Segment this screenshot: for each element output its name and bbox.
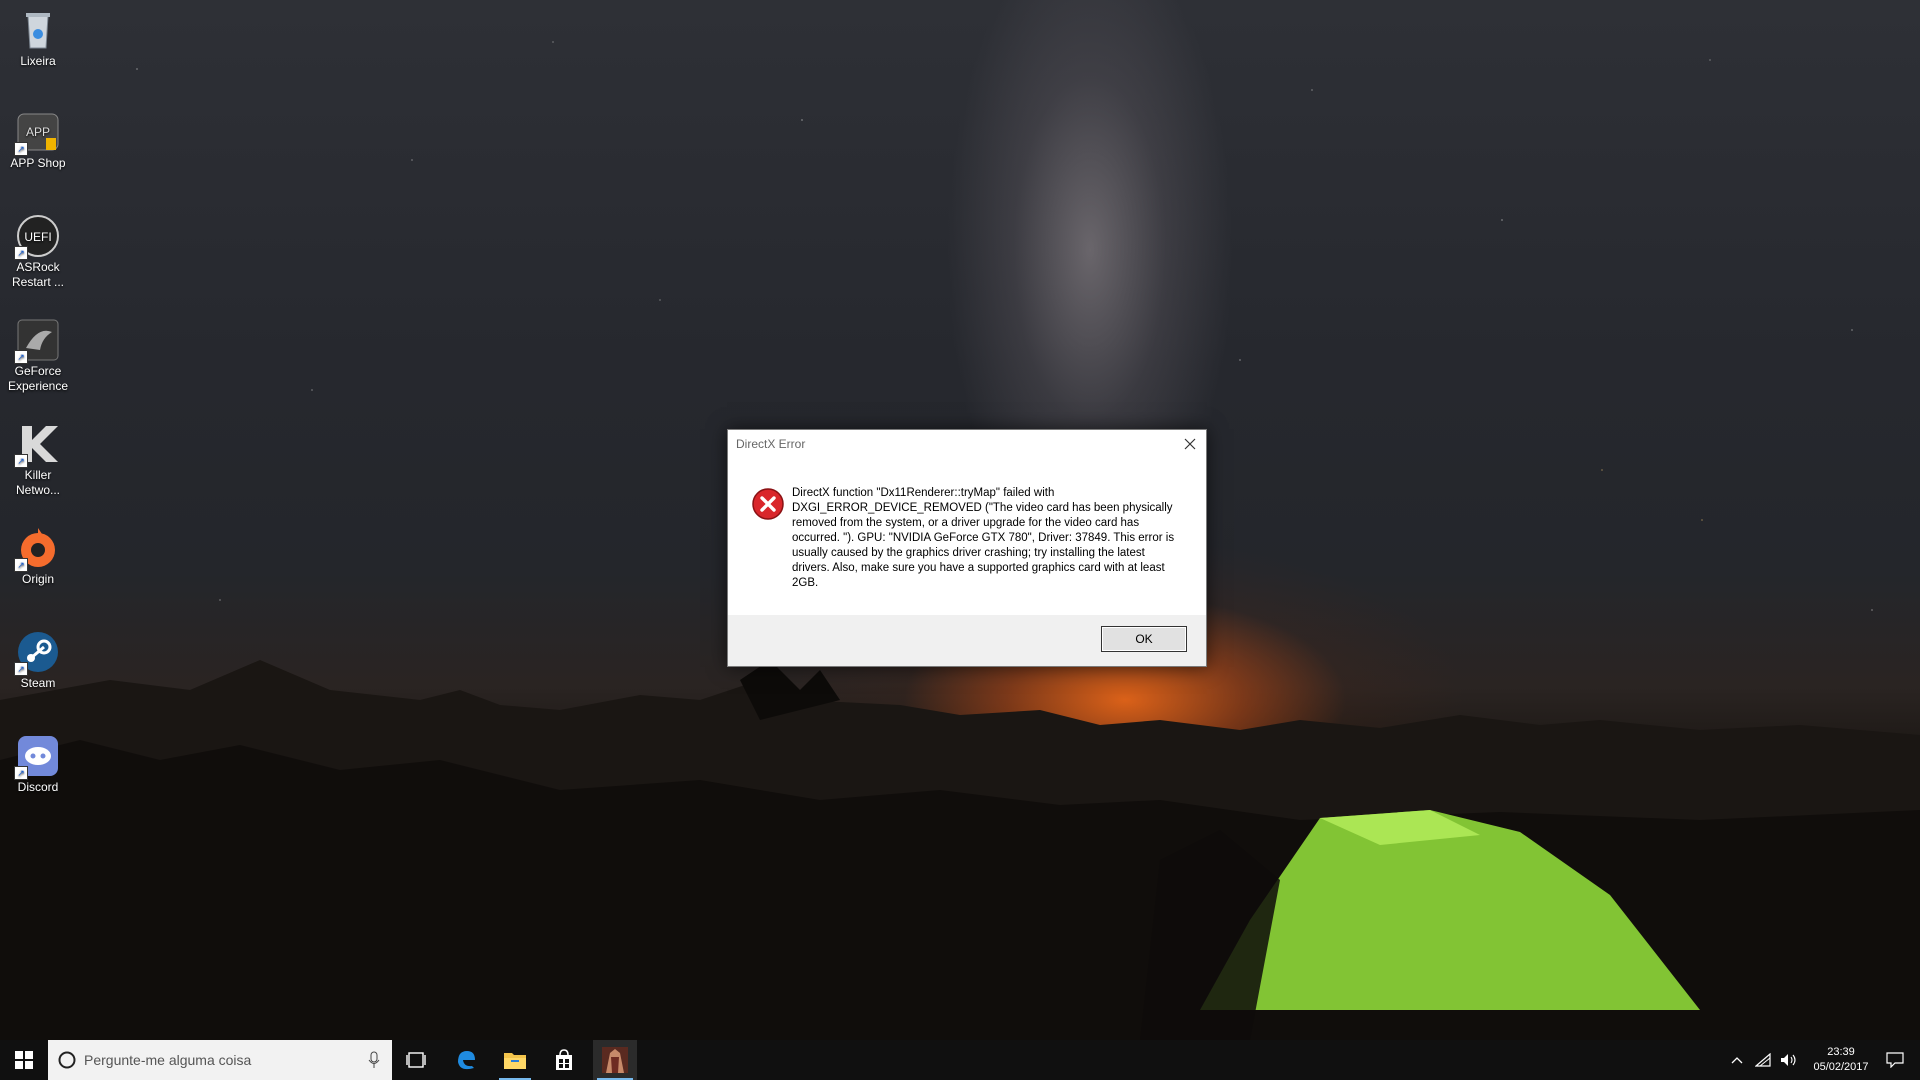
directx-error-dialog: DirectX Error DirectX function "Dx11Rend… (727, 429, 1207, 667)
shortcut-arrow-icon: ↗ (14, 454, 28, 468)
task-view-button[interactable] (396, 1040, 436, 1080)
edge-icon (458, 1051, 475, 1070)
desktop-icon-geforce-experience[interactable]: ↗ GeForce Experience (4, 318, 72, 394)
discord-icon: ↗ (14, 734, 60, 780)
close-icon (1184, 438, 1196, 450)
shortcut-arrow-icon: ↗ (14, 558, 28, 572)
action-center-button[interactable] (1870, 1040, 1920, 1080)
recycle-bin-icon (16, 8, 60, 52)
desktop-icon-asrock-restart[interactable]: UEFI ↗ ASRock Restart ... (4, 214, 72, 290)
taskbar-edge[interactable] (446, 1040, 486, 1080)
asrock-uefi-icon: UEFI ↗ (14, 214, 60, 260)
dialog-body: DirectX function "Dx11Renderer::tryMap" … (728, 460, 1206, 615)
desktop-icon-label: Discord (17, 780, 59, 794)
shortcut-arrow-icon: ↗ (14, 662, 28, 676)
notification-icon (1886, 1052, 1904, 1068)
taskbar: Pergunte-me alguma coisa 23:39 05/02/201… (0, 1040, 1920, 1080)
origin-icon: ↗ (14, 526, 60, 572)
desktop-icon-label: APP Shop (10, 156, 66, 170)
show-hidden-icons-button[interactable] (1724, 1040, 1750, 1080)
steam-icon: ↗ (14, 630, 60, 676)
svg-text:APP: APP (26, 125, 50, 139)
store-icon (556, 1049, 572, 1070)
start-button[interactable] (0, 1040, 48, 1080)
shortcut-arrow-icon: ↗ (14, 246, 28, 260)
shortcut-arrow-icon: ↗ (14, 350, 28, 364)
desktop-icon-label: Origin (21, 572, 54, 586)
desktop-icon-label: Killer Netwo... (15, 468, 60, 497)
app-shop-icon: APP ↗ (14, 110, 60, 156)
taskbar-running-game[interactable] (593, 1040, 637, 1080)
desktop-icon-recycle-bin[interactable]: Lixeira (4, 8, 72, 69)
network-icon (1755, 1053, 1771, 1067)
dialog-footer: OK (728, 615, 1206, 666)
start-icon (15, 1051, 33, 1069)
ok-button[interactable]: OK (1101, 626, 1187, 652)
killer-network-icon: ↗ (14, 422, 60, 468)
shortcut-arrow-icon: ↗ (14, 142, 28, 156)
desktop-icon-label: Steam (20, 676, 56, 690)
desktop-icon-steam[interactable]: ↗ Steam (4, 630, 72, 691)
task-view-icon (406, 1052, 426, 1068)
geforce-experience-icon: ↗ (14, 318, 60, 364)
shortcut-arrow-icon: ↗ (14, 766, 28, 780)
error-icon (752, 488, 784, 520)
dialog-title: DirectX Error (736, 437, 806, 451)
desktop-icon-label: ASRock Restart ... (11, 260, 64, 289)
clock-time: 23:39 (1827, 1046, 1855, 1058)
desktop-icon-label: GeForce Experience (7, 364, 69, 393)
dialog-close-button[interactable] (1174, 430, 1206, 458)
svg-text:UEFI: UEFI (24, 230, 51, 244)
microphone-icon[interactable] (368, 1051, 380, 1069)
desktop-icon-label: Lixeira (20, 54, 56, 68)
desktop-icon-killer-network[interactable]: ↗ Killer Netwo... (4, 422, 72, 498)
cortana-icon (58, 1051, 76, 1069)
file-explorer-icon (504, 1053, 526, 1069)
taskbar-file-explorer[interactable] (495, 1040, 535, 1080)
desktop-icon-discord[interactable]: ↗ Discord (4, 734, 72, 795)
desktop-icon-app-shop[interactable]: APP ↗ APP Shop (4, 110, 72, 171)
search-placeholder: Pergunte-me alguma coisa (84, 1052, 252, 1068)
dialog-message: DirectX function "Dx11Renderer::tryMap" … (792, 487, 1175, 589)
network-button[interactable] (1750, 1040, 1776, 1080)
taskbar-store[interactable] (544, 1040, 584, 1080)
search-input[interactable]: Pergunte-me alguma coisa (48, 1040, 392, 1080)
chevron-up-icon (1731, 1057, 1743, 1064)
game-app-icon (602, 1047, 628, 1073)
clock-date: 05/02/2017 (1813, 1061, 1869, 1073)
desktop-icon-origin[interactable]: ↗ Origin (4, 526, 72, 587)
